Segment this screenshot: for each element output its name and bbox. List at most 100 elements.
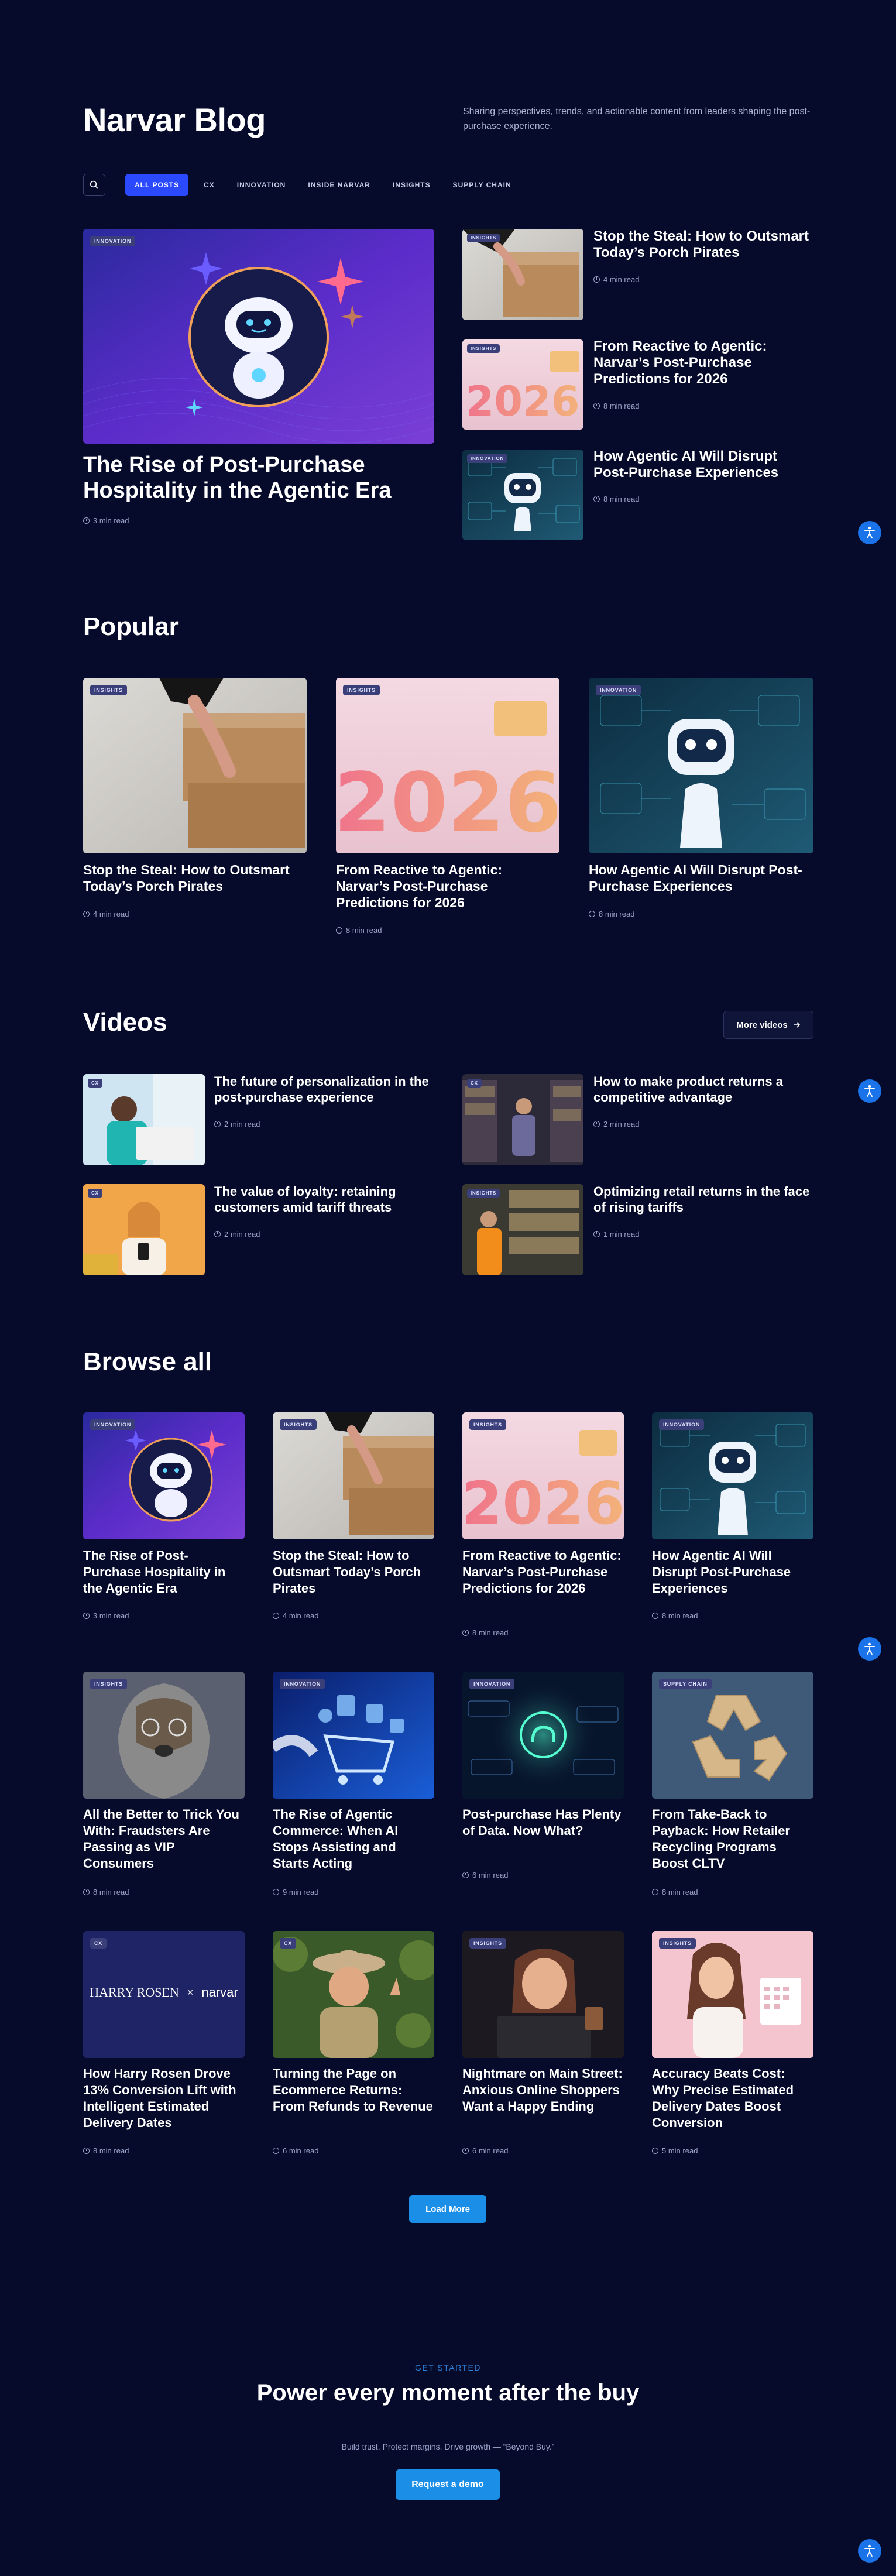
filter-all-posts[interactable]: ALL POSTS — [125, 174, 189, 196]
featured-side-title-2[interactable]: From Reactive to Agentic: Narvar’s Post-… — [593, 338, 816, 387]
category-badge: INNOVATION — [469, 1679, 515, 1689]
browse-image-2[interactable]: INSIGHTS — [273, 1412, 434, 1539]
browse-title-11[interactable]: Nightmare on Main Street: Anxious Online… — [462, 2066, 624, 2115]
popular-title-3[interactable]: How Agentic AI Will Disrupt Post-Purchas… — [589, 862, 813, 894]
accessibility-button[interactable] — [858, 2539, 881, 2563]
featured-side-title-3[interactable]: How Agentic AI Will Disrupt Post-Purchas… — [593, 448, 816, 481]
more-videos-button[interactable]: More videos — [723, 1011, 813, 1039]
warehouse-worker-photo — [462, 1074, 583, 1165]
browse-image-12[interactable]: INSIGHTS — [652, 1931, 813, 2058]
read-time: 3 min read — [83, 516, 129, 525]
data-glow-illustration — [462, 1672, 624, 1799]
accessibility-button[interactable] — [858, 521, 881, 544]
browse-image-1[interactable]: INNOVATION — [83, 1412, 245, 1539]
featured-main-title[interactable]: The Rise of Post-Purchase Hospitality in… — [83, 452, 434, 503]
browse-image-3[interactable]: 2026 INSIGHTS — [462, 1412, 624, 1539]
read-time: 6 min read — [273, 2146, 318, 2155]
browse-title-12[interactable]: Accuracy Beats Cost: Why Precise Estimat… — [652, 2066, 813, 2131]
anxious-shopper-photo — [462, 1931, 624, 2058]
read-time: 8 min read — [652, 1611, 698, 1620]
category-badge: INSIGHTS — [280, 1419, 317, 1430]
browse-title-5[interactable]: All the Better to Trick You With: Frauds… — [83, 1806, 245, 1872]
browse-image-4[interactable]: INNOVATION — [652, 1412, 813, 1539]
filter-innovation[interactable]: INNOVATION — [230, 175, 293, 195]
filter-insights[interactable]: INSIGHTS — [386, 175, 438, 195]
read-time: 8 min read — [652, 1888, 698, 1896]
accessibility-button[interactable] — [858, 1637, 881, 1661]
request-demo-button[interactable]: Request a demo — [396, 2469, 500, 2500]
video-thumb-3[interactable]: CX — [83, 1184, 205, 1275]
browse-title-4[interactable]: How Agentic AI Will Disrupt Post-Purchas… — [652, 1548, 813, 1597]
browse-image-11[interactable]: INSIGHTS — [462, 1931, 624, 2058]
category-badge: INSIGHTS — [469, 1938, 506, 1949]
read-time: 9 min read — [273, 1888, 318, 1896]
popular-heading: Popular — [83, 612, 179, 641]
ai-robot-network-illustration — [652, 1412, 813, 1539]
browse-image-9[interactable]: HARRY ROSEN × narvar CX — [83, 1931, 245, 2058]
svg-text:2026: 2026 — [336, 756, 559, 851]
browse-title-1[interactable]: The Rise of Post-Purchase Hospitality in… — [83, 1548, 245, 1597]
video-title-4[interactable]: Optimizing retail returns in the face of… — [593, 1184, 813, 1215]
video-title-2[interactable]: How to make product returns a competitiv… — [593, 1073, 813, 1105]
browse-title-10[interactable]: Turning the Page on Ecommerce Returns: F… — [273, 2066, 434, 2115]
woman-laptop-photo — [83, 1074, 205, 1165]
category-filter-bar: ALL POSTS CX INNOVATION INSIDE NARVAR IN… — [83, 173, 519, 197]
browse-image-5[interactable]: INSIGHTS — [83, 1672, 245, 1799]
featured-main-image[interactable]: INNOVATION — [83, 229, 434, 444]
browse-title-2[interactable]: Stop the Steal: How to Outsmart Today’s … — [273, 1548, 434, 1597]
featured-side-title-1[interactable]: Stop the Steal: How to Outsmart Today’s … — [593, 228, 816, 261]
package-illustration — [462, 229, 583, 320]
video-thumb-4[interactable]: INSIGHTS — [462, 1184, 583, 1275]
page-description: Sharing perspectives, trends, and action… — [463, 107, 811, 131]
featured-side-image-3[interactable]: INNOVATION — [462, 450, 583, 540]
browse-image-8[interactable]: SUPPLY CHAIN — [652, 1672, 813, 1799]
clock-icon — [83, 2148, 90, 2154]
category-badge: INNOVATION — [596, 685, 641, 695]
clock-icon — [593, 1121, 600, 1127]
filter-cx[interactable]: CX — [197, 175, 222, 195]
browse-title-7[interactable]: Post-purchase Has Plenty of Data. Now Wh… — [462, 1806, 624, 1839]
video-title-3[interactable]: The value of loyalty: retaining customer… — [214, 1184, 431, 1215]
featured-side-image-2[interactable]: 2026 INSIGHTS — [462, 339, 583, 430]
robot-illustration — [83, 1412, 245, 1539]
svg-text:2026: 2026 — [466, 378, 580, 426]
browse-title-3[interactable]: From Reactive to Agentic: Narvar’s Post-… — [462, 1548, 624, 1597]
accessibility-button[interactable] — [858, 1079, 881, 1103]
year-2026-illustration: 2026 — [462, 339, 583, 430]
popular-title-2[interactable]: From Reactive to Agentic: Narvar’s Post-… — [336, 862, 559, 911]
search-button[interactable] — [83, 174, 105, 196]
category-badge: INSIGHTS — [467, 234, 500, 242]
popular-image-1[interactable]: INSIGHTS — [83, 678, 307, 853]
read-time: 8 min read — [462, 1628, 508, 1637]
video-thumb-2[interactable]: CX — [462, 1074, 583, 1165]
featured-side-image-1[interactable]: INSIGHTS — [462, 229, 583, 320]
filter-inside-narvar[interactable]: INSIDE NARVAR — [301, 175, 377, 195]
browse-image-6[interactable]: INNOVATION — [273, 1672, 434, 1799]
video-thumb-1[interactable]: CX — [83, 1074, 205, 1165]
read-time: 8 min read — [83, 2146, 129, 2155]
browse-title-9[interactable]: How Harry Rosen Drove 13% Conversion Lif… — [83, 2066, 245, 2131]
read-time: 3 min read — [83, 1611, 129, 1620]
clock-icon — [336, 927, 342, 934]
cta-eyebrow: GET STARTED — [415, 2363, 481, 2372]
popular-image-3[interactable]: INNOVATION — [589, 678, 813, 853]
popular-title-1[interactable]: Stop the Steal: How to Outsmart Today’s … — [83, 862, 307, 894]
svg-text:2026: 2026 — [462, 1469, 624, 1538]
browse-image-7[interactable]: INNOVATION — [462, 1672, 624, 1799]
filter-supply-chain[interactable]: SUPPLY CHAIN — [446, 175, 519, 195]
popular-image-2[interactable]: 2026 INSIGHTS — [336, 678, 559, 853]
browse-title-6[interactable]: The Rise of Agentic Commerce: When AI St… — [273, 1806, 434, 1872]
category-badge: INSIGHTS — [343, 685, 380, 695]
browse-title-8[interactable]: From Take-Back to Payback: How Retailer … — [652, 1806, 813, 1872]
woman-calendar-photo — [652, 1931, 813, 2058]
browse-image-10[interactable]: CX — [273, 1931, 434, 2058]
category-badge: CX — [88, 1079, 102, 1088]
ai-shopping-cart-illustration — [273, 1672, 434, 1799]
load-more-button[interactable]: Load More — [409, 2195, 486, 2223]
cta-title: Power every moment after the buy — [256, 2380, 640, 2406]
clock-icon — [589, 911, 595, 917]
video-title-1[interactable]: The future of personalization in the pos… — [214, 1073, 431, 1105]
read-time: 8 min read — [589, 910, 634, 918]
accessibility-icon — [864, 2544, 875, 2557]
read-time: 8 min read — [83, 1888, 129, 1896]
